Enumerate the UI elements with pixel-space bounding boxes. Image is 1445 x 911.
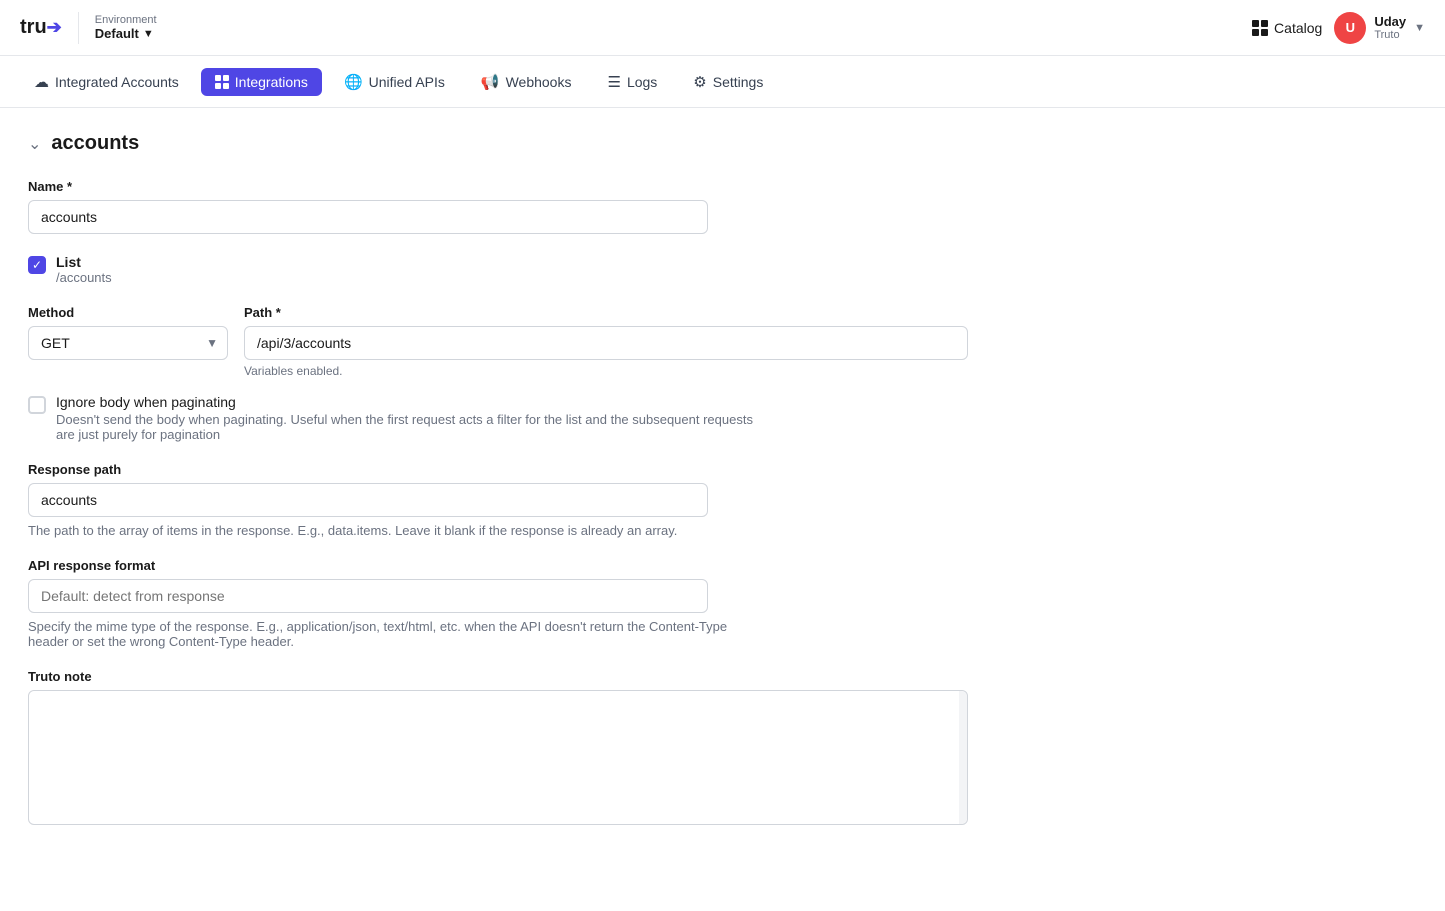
env-value: Default ▼	[95, 26, 157, 41]
user-menu[interactable]: U Uday Truto ▼	[1334, 12, 1425, 44]
response-path-desc: The path to the array of items in the re…	[28, 523, 728, 538]
truto-note-section: Truto note	[28, 669, 968, 825]
api-format-input[interactable]	[28, 579, 708, 613]
logo[interactable]: tru➔	[20, 16, 62, 39]
list-icon: ☰	[607, 73, 620, 91]
variables-hint: Variables enabled.	[244, 364, 968, 378]
name-field-group: Name *	[28, 179, 968, 234]
list-label: List	[56, 254, 112, 270]
environment-selector[interactable]: Environment Default ▼	[95, 14, 157, 41]
page-content: ⌄ accounts Name * ✓ List /accounts Metho…	[0, 108, 1445, 869]
page-title: accounts	[51, 132, 139, 155]
method-column: Method GET POST PUT PATCH DELETE ▼	[28, 305, 228, 360]
top-bar-left: tru➔ Environment Default ▼	[20, 8, 157, 48]
nav-item-logs[interactable]: ☰ Logs	[593, 67, 671, 97]
list-row: ✓ List /accounts	[28, 254, 968, 285]
user-name: Uday	[1374, 14, 1406, 29]
nav-item-webhooks[interactable]: 📢 Webhooks	[467, 67, 586, 97]
truto-note-label: Truto note	[28, 669, 968, 684]
grid-icon	[1252, 20, 1268, 36]
secondary-nav: ☁ Integrated Accounts Integrations 🌐 Uni…	[0, 56, 1445, 108]
ignore-body-label: Ignore body when paginating	[56, 394, 756, 410]
truto-note-wrap	[28, 690, 968, 825]
api-format-label: API response format	[28, 558, 968, 573]
check-icon: ✓	[32, 259, 42, 271]
grid-icon	[215, 75, 229, 89]
ignore-body-row: Ignore body when paginating Doesn't send…	[28, 394, 968, 442]
form-section: Name * ✓ List /accounts Method GET POST	[28, 179, 968, 825]
name-input[interactable]	[28, 200, 708, 234]
path-column: Path * Variables enabled.	[244, 305, 968, 378]
list-path: /accounts	[56, 270, 112, 285]
method-select-wrap: GET POST PUT PATCH DELETE ▼	[28, 326, 228, 360]
nav-item-integrated-accounts[interactable]: ☁ Integrated Accounts	[20, 67, 193, 97]
ignore-body-desc: Doesn't send the body when paginating. U…	[56, 412, 756, 442]
response-path-label: Response path	[28, 462, 968, 477]
path-input[interactable]	[244, 326, 968, 360]
collapse-icon[interactable]: ⌄	[28, 134, 41, 154]
env-label: Environment	[95, 14, 157, 26]
chevron-down-icon: ▼	[1414, 22, 1425, 34]
response-path-input[interactable]	[28, 483, 708, 517]
api-format-section: API response format Specify the mime typ…	[28, 558, 968, 649]
scrollbar[interactable]	[959, 691, 967, 824]
method-path-row: Method GET POST PUT PATCH DELETE ▼ Path …	[28, 305, 968, 378]
api-format-desc: Specify the mime type of the response. E…	[28, 619, 728, 649]
user-avatar: U	[1334, 12, 1366, 44]
cloud-icon: ☁	[34, 73, 49, 91]
nav-item-settings[interactable]: ⚙ Settings	[679, 67, 777, 97]
top-bar-right: Catalog U Uday Truto ▼	[1252, 12, 1425, 44]
top-bar: tru➔ Environment Default ▼ Catalog U	[0, 0, 1445, 56]
nav-item-integrations[interactable]: Integrations	[201, 68, 322, 96]
gear-icon: ⚙	[693, 73, 706, 91]
name-label: Name *	[28, 179, 968, 194]
response-path-section: Response path The path to the array of i…	[28, 462, 968, 538]
user-info: Uday Truto	[1374, 14, 1406, 41]
globe-icon: 🌐	[344, 73, 363, 91]
nav-item-unified-apis[interactable]: 🌐 Unified APIs	[330, 67, 459, 97]
megaphone-icon: 📢	[481, 73, 500, 91]
truto-note-textarea[interactable]	[29, 691, 957, 821]
method-label: Method	[28, 305, 228, 320]
user-org: Truto	[1374, 29, 1406, 41]
list-checkbox[interactable]: ✓	[28, 256, 46, 274]
catalog-button[interactable]: Catalog	[1252, 20, 1322, 36]
title-row: ⌄ accounts	[28, 132, 1417, 155]
path-label: Path *	[244, 305, 968, 320]
ignore-body-checkbox[interactable]	[28, 396, 46, 414]
chevron-down-icon: ▼	[143, 28, 154, 40]
method-select[interactable]: GET POST PUT PATCH DELETE	[28, 326, 228, 360]
